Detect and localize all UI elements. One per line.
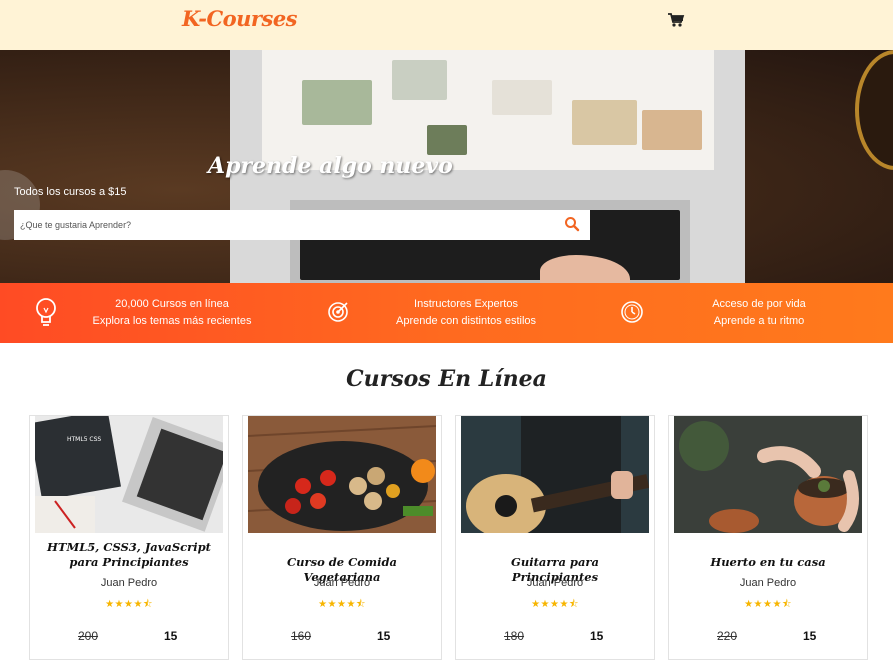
feature-expert-instructors: Instructores Expertos Aprende con distin… xyxy=(366,296,566,330)
coffee-cup-image xyxy=(855,50,893,170)
cart-icon[interactable] xyxy=(667,12,685,28)
section-title: Cursos En Línea xyxy=(346,366,547,392)
feature-line2: Aprende con distintos estilos xyxy=(395,315,537,327)
rating-stars: ★★★★⯪ xyxy=(105,599,153,610)
feature-online-courses: 20,000 Cursos en línea Explora los temas… xyxy=(72,296,272,330)
clock-icon xyxy=(620,300,646,334)
feature-lifetime-access: Acceso de por vida Aprende a tu ritmo xyxy=(659,296,859,330)
course-image-vegetables[interactable] xyxy=(248,416,436,533)
old-price: 180 xyxy=(504,629,525,643)
feature-line1: Instructores Expertos xyxy=(414,298,518,310)
course-title[interactable]: Huerto en tu casa xyxy=(669,555,867,570)
lightbulb-icon xyxy=(33,296,59,330)
rating-stars: ★★★★⯪ xyxy=(531,599,579,610)
feature-line1: Acceso de por vida xyxy=(712,298,806,310)
hero-subtitle: Todos los cursos a $15 xyxy=(14,186,127,198)
price: 15 xyxy=(590,629,604,643)
svg-text:HTML5 CSS: HTML5 CSS xyxy=(67,436,101,443)
old-price: 160 xyxy=(291,629,312,643)
course-image-guitar[interactable] xyxy=(461,416,649,533)
target-icon xyxy=(327,300,353,334)
search-input[interactable] xyxy=(14,210,590,240)
course-author: Juan Pedro xyxy=(739,577,797,589)
features-band: 20,000 Cursos en línea Explora los temas… xyxy=(0,283,893,343)
laptop-screen xyxy=(262,50,714,170)
course-card[interactable]: Huerto en tu casa Juan Pedro ★★★★⯪ 220 1… xyxy=(668,415,868,660)
course-image-html[interactable]: HTML5 CSS xyxy=(35,416,223,533)
course-author: Juan Pedro xyxy=(526,577,584,589)
feature-line2: Explora los temas más recientes xyxy=(92,315,252,327)
course-image-garden[interactable] xyxy=(674,416,862,533)
course-card[interactable]: Curso de Comida Vegetariana Juan Pedro ★… xyxy=(242,415,442,660)
feature-line2: Aprende a tu ritmo xyxy=(713,315,805,327)
old-price: 220 xyxy=(717,629,738,643)
logo[interactable]: K-Courses xyxy=(182,6,298,31)
hero-banner: Aprende algo nuevo Todos los cursos a $1… xyxy=(0,50,893,283)
course-card[interactable]: Guitarra para Principiantes Juan Pedro ★… xyxy=(455,415,655,660)
course-author: Juan Pedro xyxy=(100,577,158,589)
price: 15 xyxy=(377,629,391,643)
price: 15 xyxy=(803,629,817,643)
old-price: 200 xyxy=(78,629,99,643)
top-navbar: K-Courses xyxy=(0,0,893,50)
hero-title: Aprende algo nuevo xyxy=(208,153,453,179)
course-author: Juan Pedro xyxy=(313,577,371,589)
rating-stars: ★★★★⯪ xyxy=(318,599,366,610)
search-icon[interactable] xyxy=(564,216,580,232)
price: 15 xyxy=(164,629,178,643)
course-card[interactable]: HTML5 CSS HTML5, CSS3, JavaScript para P… xyxy=(29,415,229,660)
feature-line1: 20,000 Cursos en línea xyxy=(115,298,229,310)
course-title[interactable]: HTML5, CSS3, JavaScript para Principiant… xyxy=(30,540,228,570)
rating-stars: ★★★★⯪ xyxy=(744,599,792,610)
